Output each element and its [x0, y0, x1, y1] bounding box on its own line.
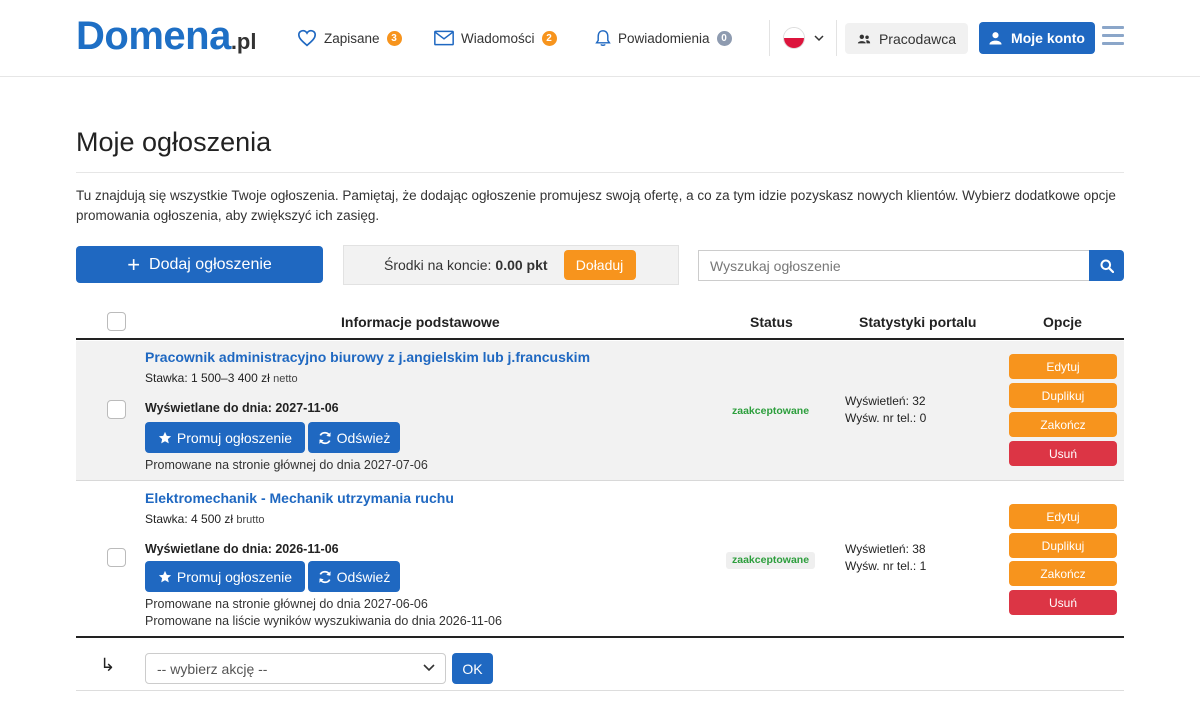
portal-stats: Wyświetleń: 32 Wyśw. nr tel.: 0	[845, 393, 926, 427]
table-row: Elektromechanik - Mechanik utrzymania ru…	[76, 482, 1124, 638]
edit-button[interactable]: Edytuj	[1009, 504, 1117, 529]
logo-text: Domena	[76, 14, 231, 58]
delete-button[interactable]: Usuń	[1009, 590, 1117, 615]
promote-listing-button[interactable]: Promuj ogłoszenie	[145, 561, 305, 592]
column-header-options: Opcje	[1043, 314, 1082, 330]
shown-until: Wyświetlane do dnia: 2027-11-06	[145, 401, 339, 415]
phone-views-count: Wyśw. nr tel.: 1	[845, 559, 927, 573]
rate-amount: Stawka: 1 500–3 400 zł	[145, 371, 270, 385]
views-count: Wyświetleń: 38	[845, 542, 926, 556]
promote-label: Promuj ogłoszenie	[176, 429, 293, 446]
star-icon	[158, 570, 172, 582]
messages-count-badge: 2	[541, 30, 557, 46]
nav-notifications-label: Powiadomienia	[618, 30, 710, 46]
chevron-down-icon	[814, 34, 824, 41]
end-listing-button[interactable]: Zakończ	[1009, 561, 1117, 586]
promote-listing-button[interactable]: Promuj ogłoszenie	[145, 422, 305, 453]
row-checkbox[interactable]	[107, 548, 126, 567]
nav-saved-label: Zapisane	[324, 30, 380, 46]
users-icon	[857, 34, 871, 43]
my-account-label: Moje konto	[1011, 30, 1085, 46]
rate-type: netto	[273, 373, 298, 385]
search-button[interactable]	[1089, 250, 1124, 281]
header-divider	[836, 20, 837, 56]
page-title: Moje ogłoszenia	[76, 127, 272, 157]
listing-title-link[interactable]: Pracownik administracyjno biurowy z j.an…	[145, 349, 590, 365]
views-count: Wyświetleń: 32	[845, 394, 926, 408]
table-header: Informacje podstawowe Status Statystyki …	[76, 305, 1124, 340]
top-up-button[interactable]: Doładuj	[563, 250, 636, 280]
edit-button[interactable]: Edytuj	[1009, 354, 1117, 379]
refresh-label: Odśwież	[336, 429, 391, 446]
rate-amount: Stawka: 4 500 zł	[145, 512, 234, 526]
listing-title-link[interactable]: Elektromechanik - Mechanik utrzymania ru…	[145, 490, 454, 506]
nav-notifications[interactable]: Powiadomienia 0	[595, 27, 732, 49]
duplicate-button[interactable]: Duplikuj	[1009, 533, 1117, 558]
column-header-stats: Statystyki portalu	[859, 314, 977, 330]
title-divider	[76, 172, 1124, 173]
row-checkbox[interactable]	[107, 400, 126, 419]
star-icon	[158, 431, 172, 443]
bulk-action-select[interactable]: -- wybierz akcję --	[145, 653, 446, 684]
search-box	[698, 250, 1124, 281]
status-badge: zaakceptowane	[732, 405, 810, 417]
site-logo[interactable]: Domena.pl	[76, 14, 256, 59]
promotion-note: Promowane na stronie głównej do dnia 202…	[145, 458, 428, 472]
delete-button[interactable]: Usuń	[1009, 441, 1117, 466]
column-header-info: Informacje podstawowe	[341, 314, 500, 330]
duplicate-button[interactable]: Duplikuj	[1009, 383, 1117, 408]
promotion-note: Promowane na liście wyników wyszukiwania…	[145, 614, 502, 628]
portal-stats: Wyświetleń: 38 Wyśw. nr tel.: 1	[845, 541, 926, 575]
bottom-divider	[76, 690, 1124, 691]
plus-icon: +	[127, 251, 141, 277]
funds-label: Środki na koncie:	[384, 257, 492, 273]
site-header: Domena.pl Zapisane 3 Wiadomości 2 Powiad…	[0, 0, 1200, 77]
listing-rate: Stawka: 4 500 zł brutto	[145, 512, 265, 526]
user-icon	[989, 32, 1002, 45]
shown-until: Wyświetlane do dnia: 2026-11-06	[145, 542, 339, 556]
add-listing-label: Dodaj ogłoszenie	[149, 255, 272, 273]
envelope-icon	[434, 30, 454, 46]
bulk-ok-button[interactable]: OK	[452, 653, 493, 684]
bulk-action-value: -- wybierz akcję --	[157, 660, 268, 677]
promote-label: Promuj ogłoszenie	[176, 568, 293, 585]
end-listing-button[interactable]: Zakończ	[1009, 412, 1117, 437]
account-funds-box: Środki na koncie: 0.00 pkt Doładuj	[343, 245, 679, 285]
refresh-listing-button[interactable]: Odśwież	[308, 422, 400, 453]
search-input[interactable]	[698, 250, 1089, 281]
hamburger-menu-icon[interactable]	[1102, 26, 1124, 46]
refresh-listing-button[interactable]: Odśwież	[308, 561, 400, 592]
employer-label: Pracodawca	[878, 30, 957, 47]
header-divider	[769, 20, 770, 56]
rate-type: brutto	[236, 514, 265, 526]
nav-messages-label: Wiadomości	[461, 30, 535, 46]
add-listing-button[interactable]: + Dodaj ogłoszenie	[76, 246, 323, 283]
refresh-icon	[318, 431, 331, 444]
column-header-status: Status	[750, 314, 793, 330]
page-intro: Tu znajdują się wszystkie Twoje ogłoszen…	[76, 188, 1116, 223]
employer-button[interactable]: Pracodawca	[845, 23, 968, 54]
table-row: Pracownik administracyjno biurowy z j.an…	[76, 341, 1124, 481]
nav-saved[interactable]: Zapisane 3	[297, 27, 402, 49]
my-account-button[interactable]: Moje konto	[979, 22, 1095, 54]
refresh-icon	[318, 570, 331, 583]
notifications-count-badge: 0	[716, 30, 732, 46]
chevron-down-icon	[423, 664, 435, 672]
search-icon	[1100, 259, 1114, 273]
return-arrow-icon: ↳	[100, 655, 116, 675]
saved-count-badge: 3	[386, 30, 402, 46]
funds-value: 0.00 pkt	[495, 257, 548, 273]
bell-icon	[595, 30, 611, 47]
nav-messages[interactable]: Wiadomości 2	[434, 27, 557, 49]
heart-icon	[297, 29, 317, 47]
status-badge: zaakceptowane	[726, 552, 816, 569]
logo-tld: .pl	[230, 29, 257, 54]
select-all-checkbox[interactable]	[107, 312, 126, 331]
listing-rate: Stawka: 1 500–3 400 zł netto	[145, 371, 298, 385]
refresh-label: Odśwież	[336, 568, 391, 585]
poland-flag-icon	[783, 27, 805, 49]
promotion-note: Promowane na stronie głównej do dnia 202…	[145, 597, 428, 611]
language-selector[interactable]	[783, 27, 824, 49]
phone-views-count: Wyśw. nr tel.: 0	[845, 411, 927, 425]
